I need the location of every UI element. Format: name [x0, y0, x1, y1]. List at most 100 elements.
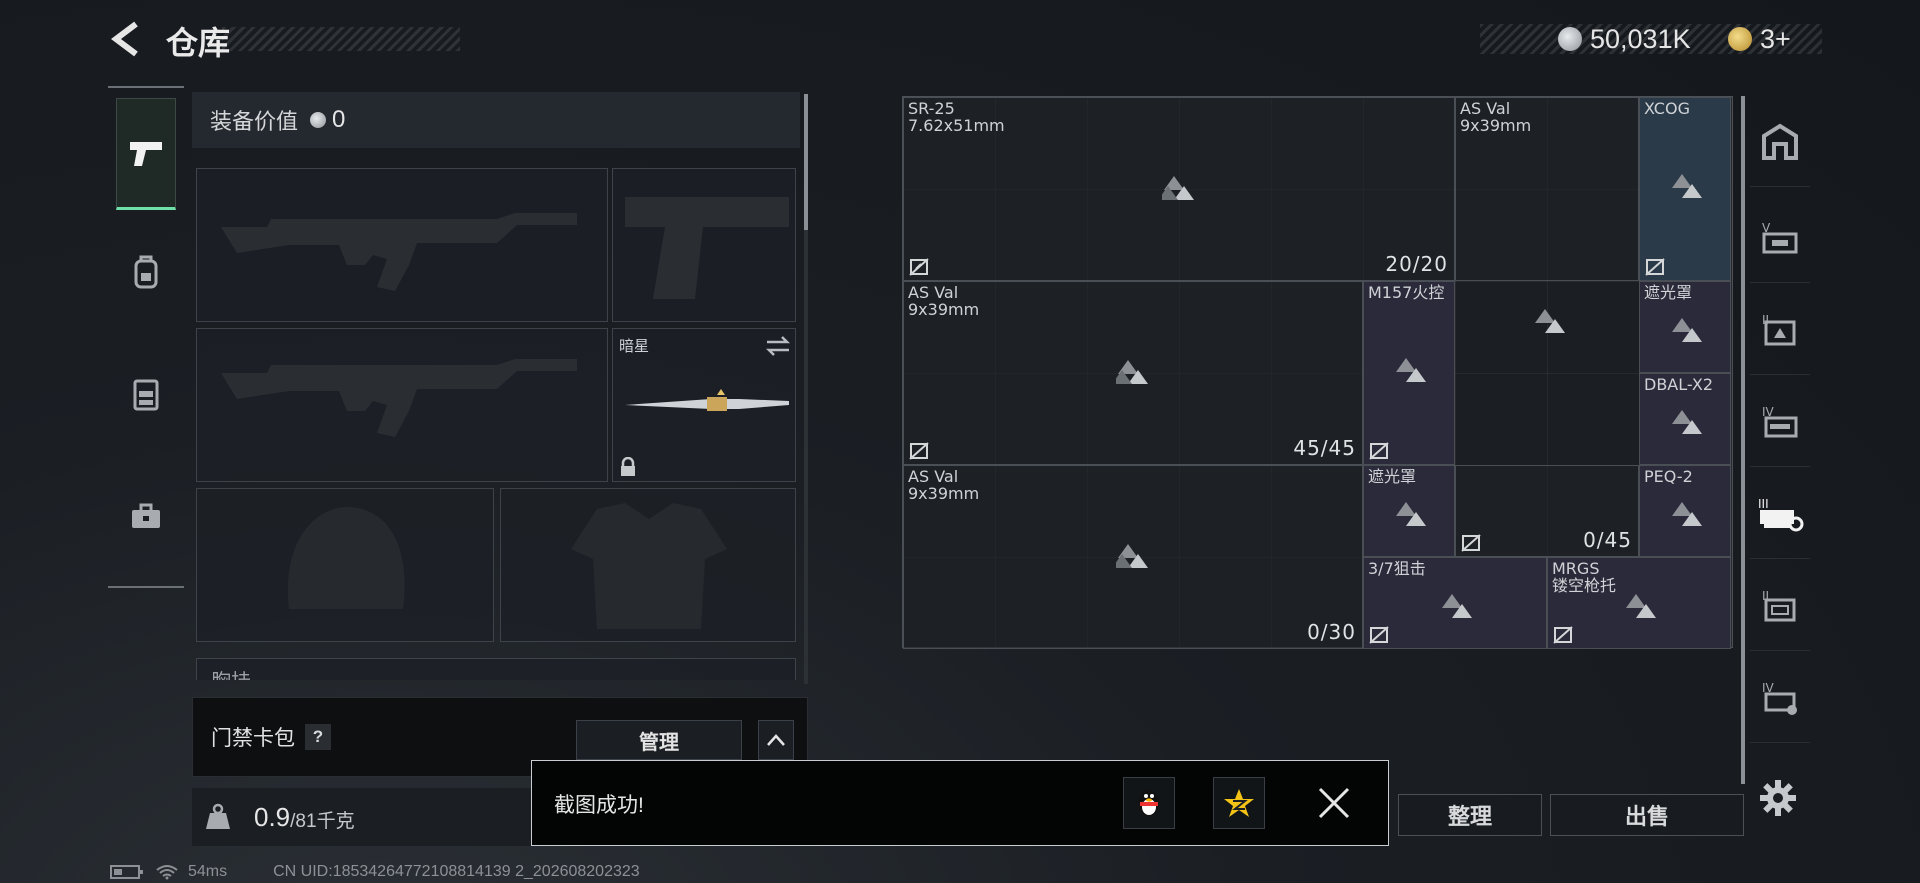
grid-item-sr25[interactable]: SR-25 7.62x51mm 20/20	[903, 97, 1455, 281]
armor-slot[interactable]	[500, 488, 796, 642]
grid-item-dbal[interactable]: DBAL-X2	[1639, 373, 1731, 465]
svg-text:III: III	[1758, 497, 1769, 511]
gold-amount: 3+	[1760, 23, 1791, 54]
lock-icon	[621, 457, 635, 476]
back-button[interactable]	[108, 20, 142, 58]
manage-button[interactable]: 管理	[576, 720, 742, 760]
back-arrow-icon	[111, 21, 138, 57]
equipment-scrollbar[interactable]	[804, 94, 808, 230]
chest-rig-icon	[133, 379, 159, 411]
no-insure-icon	[909, 442, 929, 460]
item-name: 3/7狙击	[1368, 559, 1426, 578]
item-placeholder-icon	[1672, 318, 1702, 342]
equipment-value-row: 装备价值 0	[192, 92, 800, 148]
item-name: AS Val 9x39mm	[908, 283, 980, 319]
no-insure-icon	[1369, 442, 1389, 460]
weight-total: /81千克	[290, 810, 355, 832]
grid-item-asval[interactable]: AS Val 9x39mm 45/45	[903, 281, 1363, 465]
tab-storage-iii-active[interactable]: III	[1750, 468, 1810, 559]
tab-toolbox[interactable]	[116, 460, 176, 572]
gold-coin-icon	[1728, 27, 1752, 51]
inventory-scrollbar[interactable]	[1741, 96, 1745, 784]
weight-icon	[206, 803, 230, 829]
item-placeholder-icon	[1396, 502, 1426, 526]
no-insure-icon	[1461, 534, 1481, 552]
item-count: 20/20	[1385, 252, 1448, 276]
secondary-weapon-slot[interactable]	[196, 328, 608, 482]
sort-button[interactable]: 整理	[1398, 794, 1542, 836]
tab-chest-rig[interactable]	[116, 338, 176, 450]
currency-gold: 3+	[1728, 22, 1791, 56]
swap-icon[interactable]	[765, 335, 791, 357]
melee-name: 暗星	[619, 338, 650, 355]
grid-item-stock[interactable]: MRGS 镂空枪托	[1547, 557, 1731, 649]
grid-item-asval[interactable]: AS Val 9x39mm 0/30	[903, 465, 1363, 649]
chest-rig-slot[interactable]: 胸挂	[196, 658, 796, 680]
grid-item-scope[interactable]: 3/7狙击	[1363, 557, 1547, 649]
grid-item-peq2[interactable]: PEQ-2	[1639, 465, 1731, 557]
helmet-silhouette-icon	[287, 507, 405, 609]
item-placeholder-icon	[1672, 410, 1702, 434]
item-placeholder-icon	[1626, 594, 1656, 618]
helmet-slot[interactable]	[196, 488, 494, 642]
battery-icon	[110, 865, 143, 879]
item-name: PEQ-2	[1644, 467, 1693, 486]
no-insure-icon	[1369, 626, 1389, 644]
toast-message: 截图成功!	[554, 794, 644, 817]
tab-storage-iv-alt[interactable]: IV	[1750, 652, 1810, 743]
body-armor-silhouette-icon	[571, 503, 727, 629]
silver-coin-icon	[310, 112, 327, 128]
item-name: 遮光罩	[1368, 467, 1417, 486]
grid-item-m157[interactable]: M157火控	[1363, 281, 1455, 465]
knife-icon	[625, 389, 789, 411]
storage-tier-icon: V	[1762, 221, 1798, 254]
grid-item-sunshade[interactable]: 遮光罩	[1363, 465, 1455, 557]
grid-item-sunshade[interactable]: 遮光罩	[1639, 281, 1731, 373]
item-count: 0/45	[1583, 528, 1632, 552]
equipment-category-tabs	[108, 86, 184, 588]
storage-tier-icon: IV	[1762, 405, 1798, 438]
share-qzone-button[interactable]	[1213, 777, 1265, 829]
melee-slot[interactable]: 暗星	[612, 328, 796, 482]
tab-storage-ii[interactable]: II	[1750, 284, 1810, 375]
item-placeholder-icon	[1116, 360, 1148, 384]
qq-penguin-icon	[1139, 790, 1159, 816]
ping-value: 54ms	[188, 863, 228, 880]
tab-backpack[interactable]	[116, 216, 176, 328]
grid-item-xcog[interactable]: XCOG	[1639, 97, 1731, 281]
silver-coin-icon	[1558, 27, 1582, 51]
tab-storage-ii-alt[interactable]: II	[1750, 560, 1810, 651]
equipment-value-label: 装备价值	[210, 109, 299, 134]
storage-tier-icon: II	[1762, 313, 1796, 346]
item-name: MRGS 镂空枪托	[1552, 559, 1617, 595]
grid-item-asval[interactable]: AS Val 9x39mm	[1455, 97, 1639, 281]
house-icon	[1762, 123, 1798, 160]
silver-amount: 50,031K	[1590, 23, 1691, 54]
pistol-slot[interactable]	[612, 168, 796, 322]
settings-button[interactable]	[1758, 778, 1798, 818]
rifle-silhouette-icon	[221, 359, 577, 437]
primary-weapon-slot[interactable]	[196, 168, 608, 322]
item-placeholder-icon	[1672, 502, 1702, 526]
toast-close-button[interactable]	[1316, 785, 1352, 821]
storage-tier-icon: II	[1762, 589, 1796, 622]
tab-weapons[interactable]	[116, 98, 176, 210]
item-name: SR-25 7.62x51mm	[908, 99, 1005, 135]
grid-item-ammo[interactable]: 0/45	[1455, 465, 1639, 557]
help-icon[interactable]: ?	[305, 724, 331, 750]
pistol-icon	[130, 142, 162, 166]
item-name: DBAL-X2	[1644, 375, 1713, 394]
sell-button[interactable]: 出售	[1550, 794, 1744, 836]
tab-storage-iv[interactable]: IV	[1750, 376, 1810, 467]
share-qq-button[interactable]	[1123, 777, 1175, 829]
toolbox-icon	[132, 503, 160, 528]
inventory-grid: SR-25 7.62x51mm 20/20 AS Val 9x39mm XCOG…	[902, 96, 1733, 649]
item-count: 0/30	[1307, 620, 1356, 644]
wifi-icon	[156, 865, 178, 880]
tab-storage-v[interactable]: V	[1750, 192, 1810, 283]
keycard-pack-label: 门禁卡包	[211, 727, 295, 750]
currency-silver: 50,031K	[1558, 22, 1691, 56]
chevron-up-icon	[767, 734, 785, 746]
tab-all-storage[interactable]	[1750, 96, 1810, 187]
collapse-button[interactable]	[758, 720, 794, 760]
